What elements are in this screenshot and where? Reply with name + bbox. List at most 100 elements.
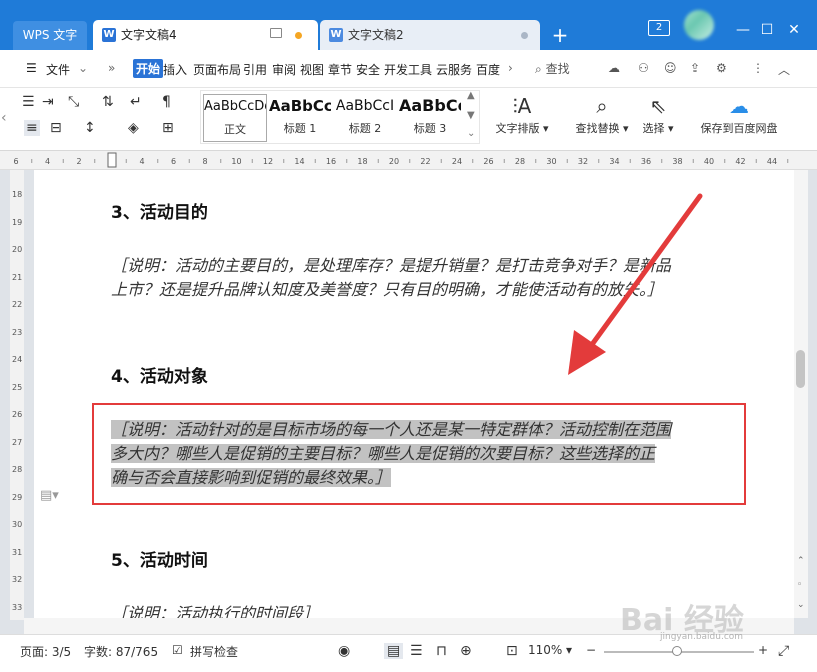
- cloud-sync-icon[interactable]: ☁: [608, 61, 620, 75]
- window-count-icon[interactable]: 2: [648, 20, 670, 36]
- menu-insert[interactable]: 插入: [163, 61, 187, 78]
- vertical-scrollbar[interactable]: [794, 170, 808, 618]
- menu-review[interactable]: 审阅: [272, 61, 296, 78]
- heading-3[interactable]: 3、活动目的: [111, 198, 208, 223]
- fit-page-icon[interactable]: ⊡: [506, 643, 518, 659]
- collapse-ribbon-icon[interactable]: ︿: [778, 61, 790, 78]
- ruler-number: 10: [231, 157, 241, 166]
- indent-icon[interactable]: ⇥: [42, 94, 54, 110]
- search-label: 查找: [545, 62, 570, 76]
- paragraph-marks-icon[interactable]: ¶: [162, 94, 171, 110]
- menu-cloud[interactable]: 云服务: [436, 61, 472, 78]
- sort-icon[interactable]: ⇅: [102, 94, 114, 110]
- paragraph-options-icon[interactable]: ▤▾: [40, 488, 59, 503]
- style-heading-2[interactable]: AaBbCcI 标题 2: [334, 94, 396, 142]
- app-tab-wps[interactable]: WPS 文字: [13, 21, 87, 50]
- outline-view-icon[interactable]: ☰: [410, 643, 423, 659]
- maximize-button[interactable]: ☐: [754, 18, 780, 42]
- next-page-icon[interactable]: ⌄: [797, 600, 805, 610]
- page-indicator[interactable]: 页面: 3/5: [20, 643, 71, 660]
- prev-page-icon[interactable]: ⌃: [797, 556, 805, 566]
- collaborate-icon[interactable]: ⚇: [638, 61, 649, 75]
- file-menu[interactable]: 文件: [46, 61, 70, 78]
- ruler-number: 6: [171, 157, 176, 166]
- ribbon-scroll-left-icon[interactable]: ‹: [1, 110, 7, 126]
- style-heading-3[interactable]: AaBbCc 标题 3: [399, 94, 461, 142]
- vertical-ruler[interactable]: 18 19 20 21 22 23 24 25 26 27 28 29 30 31 32 33: [10, 170, 24, 620]
- window-count-label: 2: [655, 22, 663, 33]
- highlight-annotation-box: [92, 403, 746, 505]
- menu-view[interactable]: 视图: [300, 61, 324, 78]
- menu-page-layout[interactable]: 页面布局: [193, 61, 241, 78]
- web-view-icon[interactable]: ⊕: [460, 643, 472, 659]
- menu-developer[interactable]: 开发工具: [384, 61, 432, 78]
- find-replace-button[interactable]: ⌕ 查找替换 ▾: [572, 92, 632, 136]
- tab-document-4[interactable]: W 文字文稿4: [93, 20, 318, 50]
- page-view-icon[interactable]: ▤: [384, 643, 404, 659]
- save-baidu-button[interactable]: ☁ 保存到百度网盘: [694, 92, 784, 136]
- style-normal[interactable]: AaBbCcDd 正文: [203, 94, 267, 142]
- fullscreen-icon[interactable]: ⤢: [778, 643, 789, 659]
- zoom-level[interactable]: 110%: [528, 643, 562, 657]
- distribute-icon[interactable]: ⊟: [50, 120, 62, 136]
- zoom-dropdown-icon[interactable]: ▾: [566, 643, 572, 657]
- tab-document-2[interactable]: W 文字文稿2: [320, 20, 540, 50]
- vertical-ruler-number: 32: [12, 575, 23, 584]
- zoom-out-icon[interactable]: −: [586, 643, 596, 657]
- page-nav-icon[interactable]: ◦: [797, 580, 802, 590]
- gallery-down-icon[interactable]: ▼: [467, 110, 475, 121]
- comment-icon[interactable]: ☺: [664, 61, 677, 75]
- reading-view-icon[interactable]: ⊓: [436, 643, 447, 659]
- spell-check[interactable]: 拼写检查: [190, 643, 238, 660]
- vertical-ruler-number: 22: [12, 300, 23, 309]
- double-chevron-right-icon[interactable]: »: [108, 61, 115, 75]
- writer-doc-icon: W: [329, 28, 343, 42]
- horizontal-ruler[interactable]: 6422468101214161820222426283032343638404…: [0, 151, 817, 170]
- borders-icon[interactable]: ⊞: [162, 120, 174, 136]
- spell-check-icon[interactable]: ☑: [172, 643, 183, 657]
- menu-security[interactable]: 安全: [356, 61, 380, 78]
- ruler-number: 14: [294, 157, 304, 166]
- search-box[interactable]: ⌕ 查找: [535, 60, 570, 77]
- style-sample: AaBbCcDd: [204, 99, 266, 114]
- close-button[interactable]: ✕: [781, 18, 807, 42]
- save-baidu-label: 保存到百度网盘: [700, 122, 778, 135]
- minimize-button[interactable]: —: [730, 18, 756, 42]
- bullet-list-icon[interactable]: ☰: [22, 94, 35, 110]
- new-tab-button[interactable]: +: [548, 22, 572, 48]
- zoom-in-icon[interactable]: +: [758, 643, 768, 657]
- ruler-ticks: 6422468101214161820222426283032343638404…: [13, 152, 789, 168]
- text-direction-icon[interactable]: ⤡: [68, 94, 79, 110]
- menu-scroll-right-icon[interactable]: ›: [508, 61, 513, 75]
- menu-references[interactable]: 引用: [243, 61, 267, 78]
- avatar[interactable]: [684, 10, 714, 40]
- chevron-down-icon[interactable]: ⌄: [78, 61, 88, 75]
- magnifier-icon: ⌕: [596, 94, 608, 118]
- line-spacing-icon[interactable]: ↕: [84, 120, 96, 136]
- gallery-up-icon[interactable]: ▲: [467, 90, 475, 101]
- share-icon[interactable]: ⇪: [690, 61, 700, 75]
- menu-chapter[interactable]: 章节: [328, 61, 352, 78]
- settings-icon[interactable]: ⚙: [716, 61, 727, 75]
- menu-start[interactable]: 开始: [133, 59, 164, 78]
- menu-baidu[interactable]: 百度: [476, 61, 500, 78]
- ruler-number: 20: [389, 157, 399, 166]
- hamburger-icon[interactable]: ☰: [26, 61, 37, 75]
- more-icon[interactable]: ⋮: [752, 61, 764, 75]
- monitor-icon[interactable]: [270, 28, 282, 38]
- word-count[interactable]: 字数: 87/765: [84, 643, 158, 660]
- vertical-scroll-thumb[interactable]: [796, 350, 805, 388]
- align-justify-icon[interactable]: ≡: [24, 120, 40, 136]
- text-layout-button[interactable]: ⫶A 文字排版 ▾: [492, 92, 552, 136]
- heading-5[interactable]: 5、活动时间: [111, 546, 208, 571]
- vertical-ruler-number: 33: [12, 602, 23, 612]
- eye-protection-icon[interactable]: ◉: [338, 643, 350, 659]
- style-heading-1[interactable]: AaBbCcI 标题 1: [269, 94, 331, 142]
- ruler-number: 26: [483, 157, 493, 166]
- shading-icon[interactable]: ◈: [128, 120, 139, 136]
- gallery-expand-icon[interactable]: ⌄: [467, 128, 475, 139]
- heading-4[interactable]: 4、活动对象: [111, 362, 208, 387]
- line-break-icon[interactable]: ↵: [130, 94, 142, 110]
- select-button[interactable]: ⇖ 选择 ▾: [638, 92, 678, 136]
- zoom-slider-handle[interactable]: [672, 646, 682, 656]
